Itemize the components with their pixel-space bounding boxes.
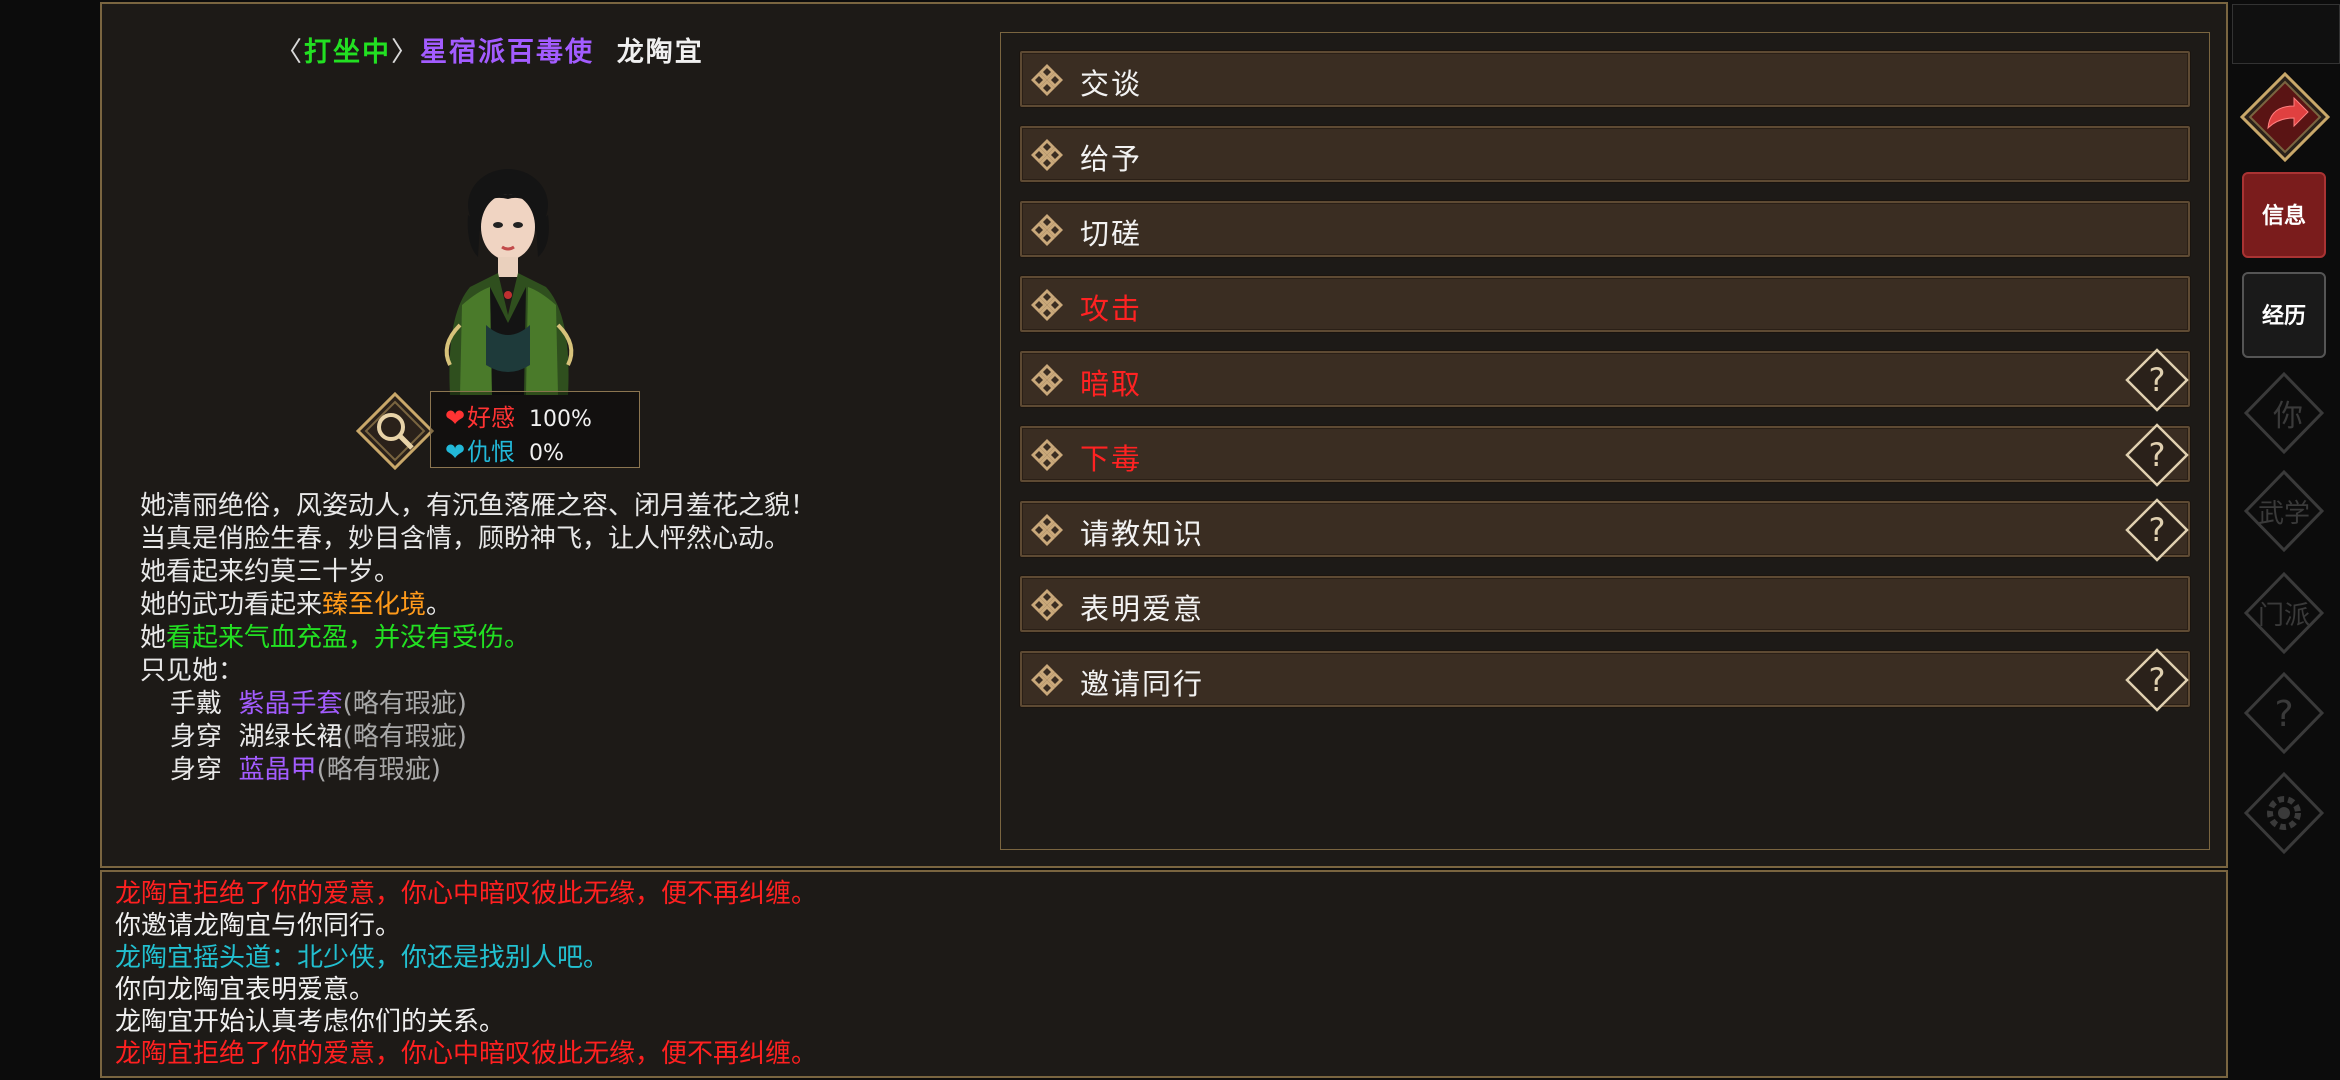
action-label: 暗取 bbox=[1080, 367, 1143, 401]
inspect-magnify-icon[interactable] bbox=[356, 392, 434, 470]
action-button[interactable]: 暗取? bbox=[1020, 348, 2190, 412]
action-label: 切磋 bbox=[1080, 217, 1143, 251]
tab-experience[interactable]: 经历 bbox=[2242, 272, 2326, 358]
desc-line: 她清丽绝俗，风姿动人，有沉鱼落雁之容、闭月羞花之貌！ bbox=[140, 491, 817, 521]
help-question-icon[interactable]: ? bbox=[2124, 422, 2190, 488]
svg-text:?: ? bbox=[2149, 511, 2166, 549]
favor-label: 好感 bbox=[467, 404, 515, 432]
faint-tab-label: 门派 bbox=[2258, 601, 2310, 631]
top-right-slot bbox=[2232, 4, 2340, 64]
equipment-condition: (略有瑕疵) bbox=[316, 755, 441, 785]
help-question-icon[interactable]: ? bbox=[2124, 497, 2190, 563]
favor-value: 100% bbox=[529, 407, 592, 432]
equipment-slot: 身穿 bbox=[170, 722, 223, 752]
tab-sect-faint[interactable]: 门派 bbox=[2242, 570, 2326, 656]
action-button[interactable]: 表明爱意 bbox=[1020, 576, 2190, 632]
desc-line: 当真是俏脸生春，妙目含情，顾盼神飞，让人怦然心动。 bbox=[140, 524, 791, 554]
equipment-row: 身穿 蓝晶甲(略有瑕疵) bbox=[140, 754, 816, 787]
help-faint-icon[interactable]: ? bbox=[2242, 670, 2326, 756]
health-status-text: 看起来气血充盈，并没有受伤。 bbox=[166, 623, 531, 653]
action-label: 表明爱意 bbox=[1080, 592, 1205, 626]
svg-text:?: ? bbox=[2274, 694, 2293, 735]
action-button[interactable]: 请教知识? bbox=[1020, 498, 2190, 562]
tab-martial-faint[interactable]: 武学 bbox=[2242, 468, 2326, 554]
red-heart-icon: ❤ bbox=[445, 404, 466, 432]
bracket-open: 〈 bbox=[275, 37, 304, 68]
svg-text:?: ? bbox=[2149, 661, 2166, 699]
settings-gear-icon[interactable] bbox=[2242, 770, 2326, 856]
character-header: 〈打坐中〉星宿派百毒使 龙陶宜 bbox=[275, 30, 704, 69]
equipment-condition: (略有瑕疵) bbox=[342, 689, 467, 719]
action-button[interactable]: 邀请同行? bbox=[1020, 648, 2190, 712]
hatred-value: 0% bbox=[529, 441, 564, 466]
desc-text: 她的武功看起来 bbox=[140, 590, 323, 620]
faint-tab-label: 武学 bbox=[2258, 499, 2310, 529]
help-question-icon[interactable]: ? bbox=[2124, 647, 2190, 713]
equipment-item[interactable]: 紫晶手套 bbox=[239, 689, 343, 719]
desc-line: 她看起来约莫三十岁。 bbox=[140, 557, 401, 587]
character-name: 龙陶宜 bbox=[616, 37, 704, 68]
tab-info[interactable]: 信息 bbox=[2242, 172, 2326, 258]
action-label: 请教知识 bbox=[1080, 517, 1205, 551]
desc-martial-level: 她的武功看起来臻至化境。 bbox=[140, 589, 816, 622]
relation-box: ❤好感 100% ❤仇恨 0% bbox=[430, 391, 640, 468]
character-sect-title: 星宿派百毒使 bbox=[420, 37, 594, 68]
message-log: 龙陶宜拒绝了你的爱意，你心中暗叹彼此无缘，便不再纠缠。 你邀请龙陶宜与你同行。 龙陶… bbox=[115, 878, 817, 1070]
equipment-row: 身穿 湖绿长裙(略有瑕疵) bbox=[140, 721, 816, 754]
log-line: 你向龙陶宜表明爱意。 bbox=[115, 975, 376, 1005]
desc-text: 。 bbox=[426, 590, 453, 620]
equipment-row: 手戴 紫晶手套(略有瑕疵) bbox=[140, 688, 816, 721]
diamond-bullet-icon bbox=[1031, 664, 1063, 696]
log-line: 龙陶宜摇头道：北少侠，你还是找别人吧。 bbox=[115, 943, 610, 973]
action-label: 给予 bbox=[1080, 142, 1143, 176]
cyan-heart-icon: ❤ bbox=[445, 438, 466, 466]
log-line: 龙陶宜拒绝了你的爱意，你心中暗叹彼此无缘，便不再纠缠。 bbox=[115, 879, 818, 909]
log-line: 你邀请龙陶宜与你同行。 bbox=[115, 911, 402, 941]
action-button[interactable]: 下毒? bbox=[1020, 423, 2190, 487]
equipment-item[interactable]: 湖绿长裙 bbox=[239, 722, 343, 752]
action-button[interactable]: 交谈 bbox=[1020, 51, 2190, 107]
log-line: 龙陶宜拒绝了你的爱意，你心中暗叹彼此无缘，便不再纠缠。 bbox=[115, 1039, 818, 1069]
equipment-slot: 身穿 bbox=[170, 755, 223, 785]
back-arrow-button[interactable] bbox=[2240, 72, 2330, 162]
character-status: 打坐中 bbox=[304, 37, 391, 68]
diamond-bullet-icon bbox=[1031, 514, 1063, 546]
equipment-condition: (略有瑕疵) bbox=[342, 722, 467, 752]
desc-line: 只见她： bbox=[140, 656, 245, 686]
martial-level-text: 臻至化境 bbox=[322, 590, 427, 620]
equipment-slot: 手戴 bbox=[170, 689, 223, 719]
diamond-bullet-icon bbox=[1031, 139, 1063, 171]
action-label: 交谈 bbox=[1080, 67, 1143, 101]
action-button[interactable]: 给予 bbox=[1020, 126, 2190, 182]
diamond-bullet-icon bbox=[1031, 64, 1063, 96]
action-label: 下毒 bbox=[1080, 442, 1143, 476]
faint-tab-label: 你 bbox=[2273, 399, 2303, 434]
equipment-item[interactable]: 蓝晶甲 bbox=[239, 755, 317, 785]
help-question-icon[interactable]: ? bbox=[2124, 347, 2190, 413]
action-button[interactable]: 切磋 bbox=[1020, 201, 2190, 257]
hatred-label: 仇恨 bbox=[467, 438, 515, 466]
diamond-bullet-icon bbox=[1031, 589, 1063, 621]
character-description: 她清丽绝俗，风姿动人，有沉鱼落雁之容、闭月羞花之貌！ 当真是俏脸生春，妙目含情，… bbox=[140, 490, 816, 787]
svg-text:?: ? bbox=[2149, 361, 2166, 399]
desc-text: 她 bbox=[140, 623, 167, 653]
diamond-bullet-icon bbox=[1031, 214, 1063, 246]
svg-text:?: ? bbox=[2149, 436, 2166, 474]
action-label: 邀请同行 bbox=[1080, 667, 1205, 701]
tab-self-faint[interactable]: 你 bbox=[2242, 370, 2326, 456]
hatred-row: ❤仇恨 0% bbox=[445, 432, 564, 467]
diamond-bullet-icon bbox=[1031, 364, 1063, 396]
favor-row: ❤好感 100% bbox=[445, 398, 592, 433]
diamond-bullet-icon bbox=[1031, 439, 1063, 471]
desc-health: 她看起来气血充盈，并没有受伤。 bbox=[140, 622, 816, 655]
diamond-bullet-icon bbox=[1031, 289, 1063, 321]
action-button[interactable]: 攻击 bbox=[1020, 276, 2190, 332]
bracket-close: 〉 bbox=[391, 37, 420, 68]
action-label: 攻击 bbox=[1080, 292, 1143, 326]
character-portrait bbox=[444, 169, 574, 395]
log-line: 龙陶宜开始认真考虑你们的关系。 bbox=[115, 1007, 506, 1037]
